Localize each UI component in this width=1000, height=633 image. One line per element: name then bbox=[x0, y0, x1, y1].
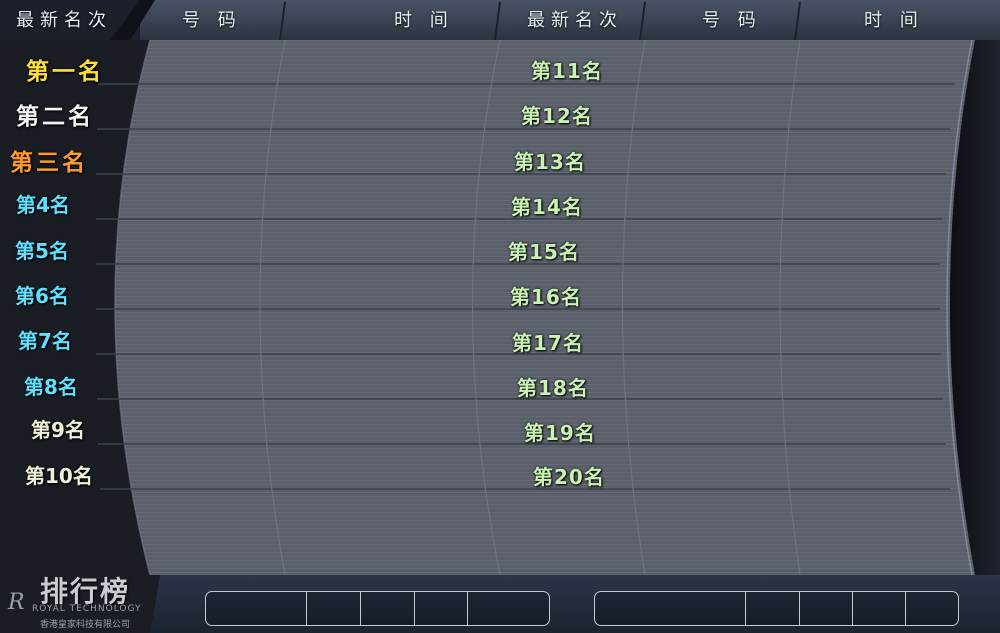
rank-label-3: 第三名 bbox=[10, 150, 88, 176]
header-number-right: 号 码 bbox=[702, 10, 762, 31]
rank-label-1: 第一名 bbox=[26, 59, 104, 85]
rank-label-10: 第10名 bbox=[25, 464, 93, 488]
board-background bbox=[0, 0, 1000, 633]
input-cell-divider bbox=[360, 592, 361, 625]
header-number-left: 号 码 bbox=[182, 10, 242, 31]
input-cell-divider bbox=[799, 592, 800, 625]
header-rank-right: 最新名次 bbox=[527, 10, 623, 31]
royal-logo-icon: R bbox=[8, 590, 25, 615]
leaderboard-screen: 最新名次 号 码 时 间 最新名次 号 码 时 间 第一名 第二名 第三名 第4… bbox=[0, 0, 1000, 633]
logo-company-cn: 香港皇家科技有限公司 bbox=[40, 620, 131, 630]
input-cell-divider bbox=[414, 592, 415, 625]
rank-label-4: 第4名 bbox=[16, 193, 70, 217]
input-cell-divider bbox=[852, 592, 853, 625]
rank-label-6: 第6名 bbox=[15, 284, 69, 308]
input-cell-divider bbox=[306, 592, 307, 625]
rank-label-19: 第19名 bbox=[524, 421, 596, 445]
rank-label-12: 第12名 bbox=[521, 104, 593, 128]
rank-label-5: 第5名 bbox=[15, 239, 69, 263]
rank-label-20: 第20名 bbox=[533, 465, 605, 489]
rank-label-13: 第13名 bbox=[514, 150, 586, 174]
bottom-input-group-right[interactable] bbox=[594, 591, 959, 626]
rank-label-9: 第9名 bbox=[31, 418, 85, 442]
rank-label-7: 第7名 bbox=[18, 329, 72, 353]
header-time-left: 时 间 bbox=[394, 10, 454, 31]
rank-label-2: 第二名 bbox=[16, 104, 94, 130]
header-time-right: 时 间 bbox=[864, 10, 924, 31]
input-cell-divider bbox=[905, 592, 906, 625]
rank-label-15: 第15名 bbox=[508, 240, 580, 264]
header-rank-left: 最新名次 bbox=[16, 10, 112, 31]
logo-company-en: ROYAL TECHNOLOGY bbox=[32, 604, 142, 614]
rank-label-14: 第14名 bbox=[511, 195, 583, 219]
rank-label-8: 第8名 bbox=[24, 375, 78, 399]
input-cell-divider bbox=[745, 592, 746, 625]
rank-label-11: 第11名 bbox=[531, 59, 603, 83]
rank-label-18: 第18名 bbox=[517, 376, 589, 400]
rank-label-16: 第16名 bbox=[510, 285, 582, 309]
bottom-input-group-left[interactable] bbox=[205, 591, 550, 626]
input-cell-divider bbox=[467, 592, 468, 625]
rank-label-17: 第17名 bbox=[512, 331, 584, 355]
